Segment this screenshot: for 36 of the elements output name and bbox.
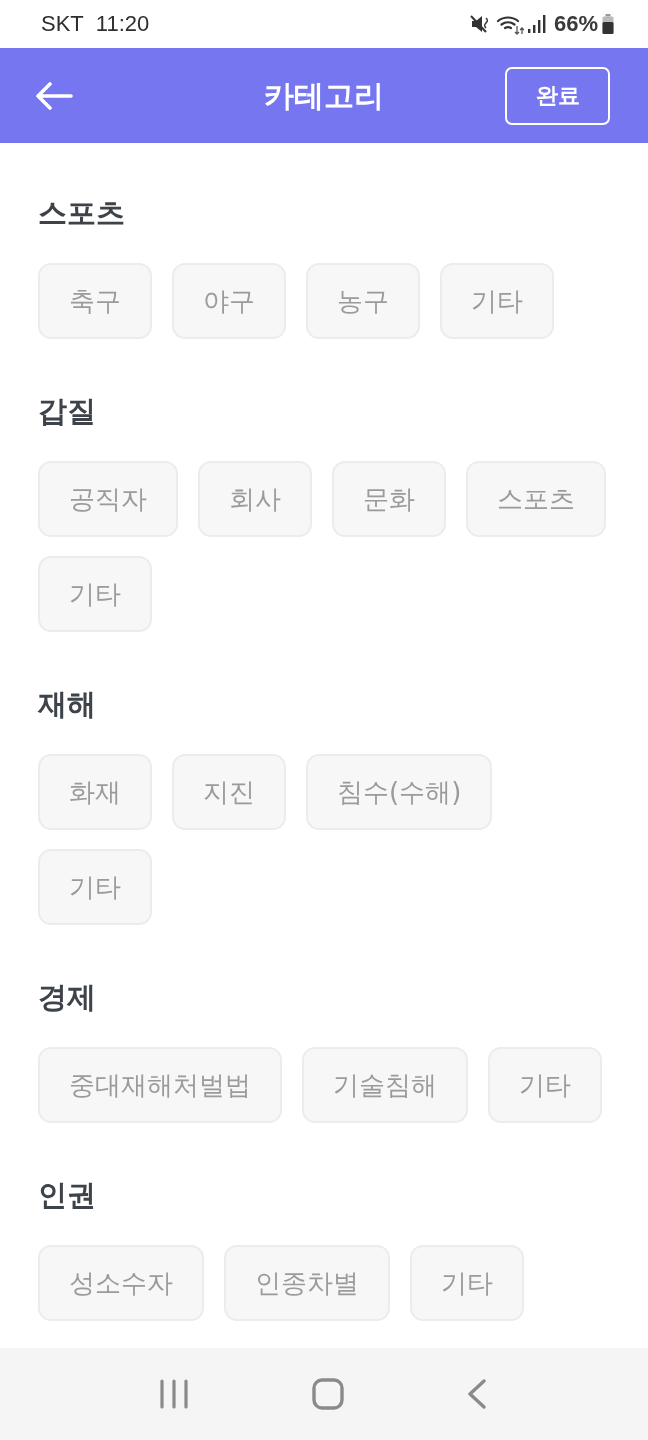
category-chip[interactable]: 기타 — [488, 1047, 602, 1123]
category-chip[interactable]: 스포츠 — [466, 461, 606, 537]
category-chip[interactable]: 공직자 — [38, 461, 178, 537]
category-chip[interactable]: 침수(수해) — [306, 754, 493, 830]
category-chip[interactable]: 문화 — [332, 461, 446, 537]
page-title: 카테고리 — [264, 76, 384, 114]
battery-percentage: 66% — [553, 11, 598, 37]
category-chip[interactable]: 기타 — [410, 1245, 524, 1321]
section-title: 경제 — [38, 981, 96, 1013]
section-title: 스포츠 — [38, 197, 125, 229]
category-chip[interactable]: 기타 — [38, 849, 152, 925]
carrier-name: SKT — [41, 11, 84, 37]
category-chip[interactable]: 회사 — [198, 461, 312, 537]
signal-icon — [527, 15, 546, 33]
done-button[interactable]: 완료 — [505, 66, 610, 125]
clock-time: 11:20 — [95, 11, 150, 37]
category-chip[interactable]: 기술침해 — [302, 1047, 468, 1123]
battery-icon — [602, 14, 614, 34]
category-chip[interactable]: 축구 — [38, 263, 152, 339]
category-chip[interactable]: 화재 — [38, 754, 152, 830]
category-chip[interactable]: 기타 — [440, 263, 554, 339]
category-chip[interactable]: 성소수자 — [38, 1245, 204, 1321]
category-chip[interactable]: 기타 — [38, 556, 152, 632]
home-button[interactable] — [312, 1378, 344, 1410]
back-nav-button[interactable] — [466, 1379, 487, 1409]
back-button[interactable] — [34, 79, 74, 112]
category-chip[interactable]: 지진 — [172, 754, 286, 830]
section-title: 재해 — [38, 688, 96, 720]
recent-apps-button[interactable] — [159, 1379, 190, 1409]
category-chip[interactable]: 인종차별 — [224, 1245, 390, 1321]
category-chip[interactable]: 중대재해처벌법 — [38, 1047, 282, 1123]
category-chip[interactable]: 야구 — [172, 263, 286, 339]
wifi-icon — [495, 13, 524, 35]
section-title: 인권 — [38, 1179, 96, 1211]
category-chip[interactable]: 농구 — [306, 263, 420, 339]
section-title: 갑질 — [38, 395, 96, 427]
